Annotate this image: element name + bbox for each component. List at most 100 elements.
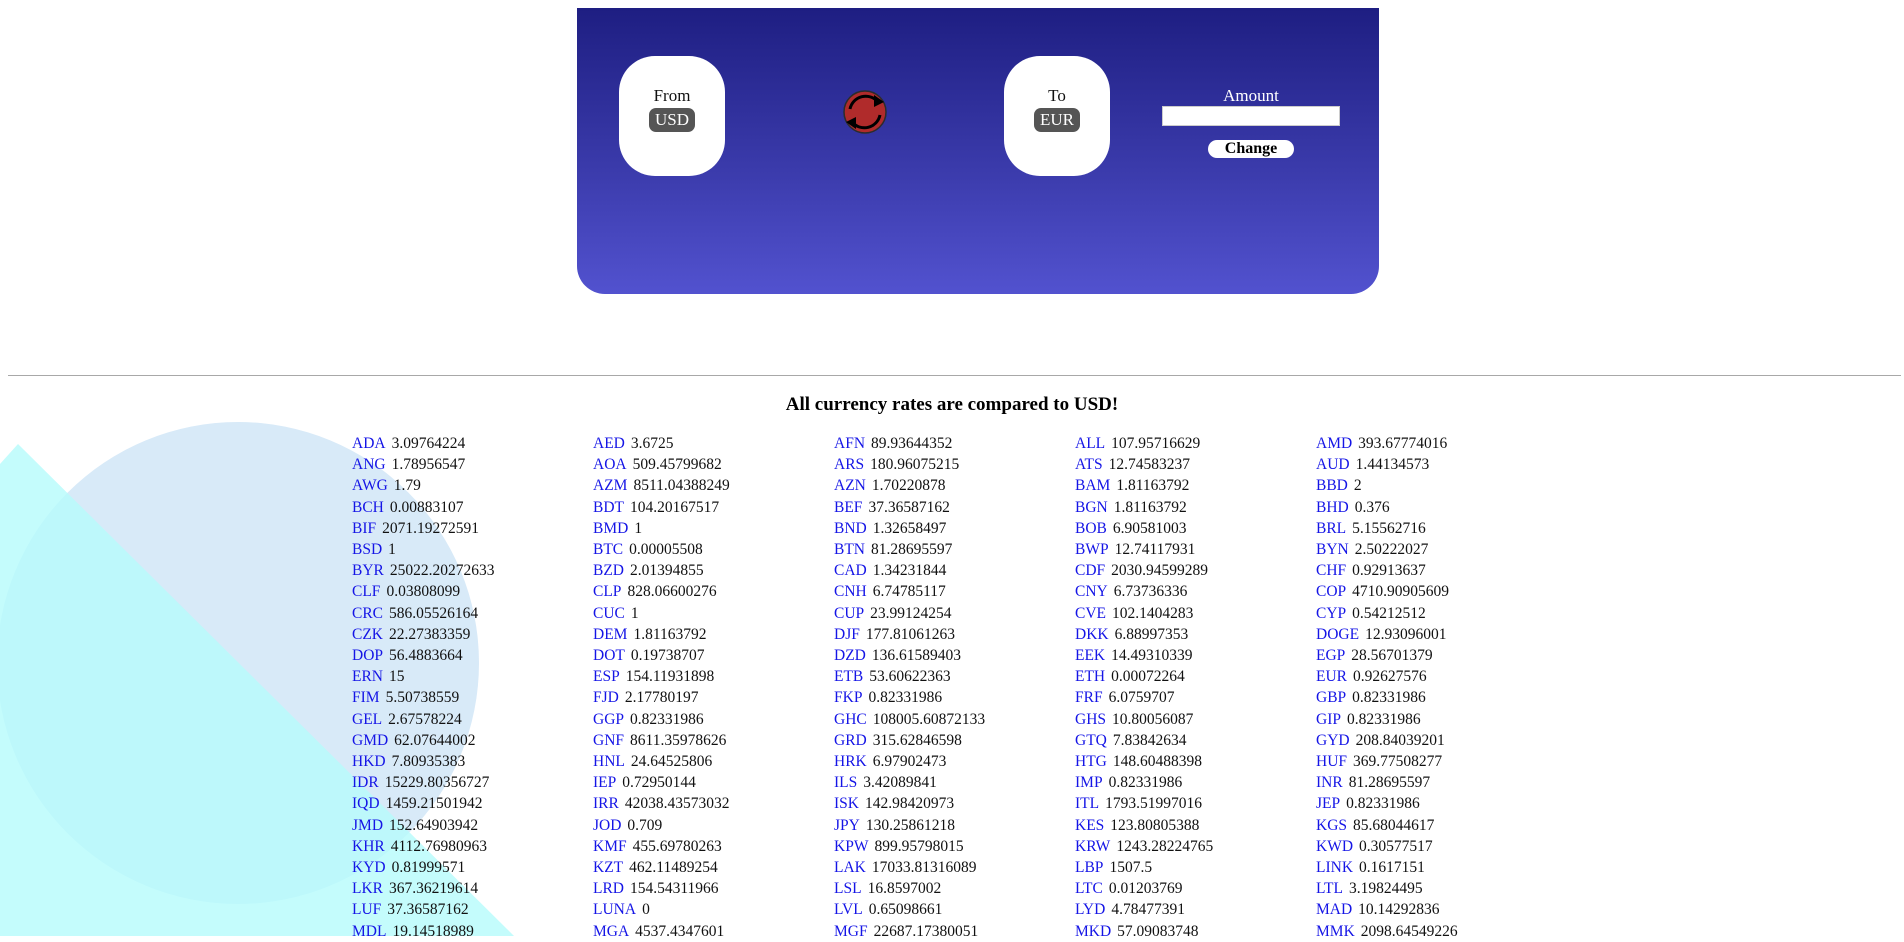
- currency-code[interactable]: ETB: [834, 668, 863, 685]
- currency-code[interactable]: BBD: [1316, 477, 1348, 494]
- currency-code[interactable]: GHS: [1075, 711, 1106, 728]
- currency-code[interactable]: DOT: [593, 647, 625, 664]
- currency-code[interactable]: KES: [1075, 817, 1104, 834]
- currency-code[interactable]: BYR: [352, 562, 384, 579]
- currency-code[interactable]: GGP: [593, 711, 624, 728]
- currency-code[interactable]: MKD: [1075, 923, 1111, 940]
- currency-code[interactable]: GTQ: [1075, 732, 1107, 749]
- currency-code[interactable]: BAM: [1075, 477, 1110, 494]
- currency-code[interactable]: LTL: [1316, 880, 1343, 897]
- currency-code[interactable]: FJD: [593, 689, 619, 706]
- currency-code[interactable]: GRD: [834, 732, 867, 749]
- currency-code[interactable]: KWD: [1316, 838, 1353, 855]
- currency-code[interactable]: BHD: [1316, 499, 1349, 516]
- currency-code[interactable]: GYD: [1316, 732, 1350, 749]
- currency-code[interactable]: KYD: [352, 859, 386, 876]
- currency-code[interactable]: ADA: [352, 435, 386, 452]
- currency-code[interactable]: AMD: [1316, 435, 1352, 452]
- currency-code[interactable]: CLP: [593, 583, 621, 600]
- currency-code[interactable]: LTC: [1075, 880, 1103, 897]
- currency-code[interactable]: HRK: [834, 753, 867, 770]
- currency-code[interactable]: CNH: [834, 583, 867, 600]
- currency-code[interactable]: INR: [1316, 774, 1343, 791]
- currency-code[interactable]: AWG: [352, 477, 388, 494]
- to-currency-code[interactable]: EUR: [1034, 108, 1080, 132]
- currency-code[interactable]: ANG: [352, 456, 386, 473]
- currency-code[interactable]: JOD: [593, 817, 621, 834]
- currency-code[interactable]: HNL: [593, 753, 625, 770]
- currency-code[interactable]: HKD: [352, 753, 386, 770]
- currency-code[interactable]: CRC: [352, 605, 383, 622]
- currency-code[interactable]: LUF: [352, 901, 381, 918]
- currency-code[interactable]: ATS: [1075, 456, 1103, 473]
- from-currency-box[interactable]: From USD: [619, 56, 725, 176]
- currency-code[interactable]: CVE: [1075, 605, 1106, 622]
- currency-code[interactable]: BND: [834, 520, 867, 537]
- currency-code[interactable]: ILS: [834, 774, 857, 791]
- currency-code[interactable]: CUP: [834, 605, 864, 622]
- currency-code[interactable]: LKR: [352, 880, 383, 897]
- currency-code[interactable]: FIM: [352, 689, 380, 706]
- currency-code[interactable]: CNY: [1075, 583, 1108, 600]
- currency-code[interactable]: AOA: [593, 456, 627, 473]
- currency-code[interactable]: GEL: [352, 711, 382, 728]
- currency-code[interactable]: BTC: [593, 541, 623, 558]
- currency-code[interactable]: LBP: [1075, 859, 1103, 876]
- currency-code[interactable]: KGS: [1316, 817, 1347, 834]
- currency-code[interactable]: GMD: [352, 732, 388, 749]
- currency-code[interactable]: GBP: [1316, 689, 1346, 706]
- currency-code[interactable]: BWP: [1075, 541, 1109, 558]
- currency-code[interactable]: ISK: [834, 795, 859, 812]
- currency-code[interactable]: JEP: [1316, 795, 1340, 812]
- currency-code[interactable]: BOB: [1075, 520, 1107, 537]
- currency-code[interactable]: DEM: [593, 626, 627, 643]
- currency-code[interactable]: AUD: [1316, 456, 1350, 473]
- currency-code[interactable]: IDR: [352, 774, 379, 791]
- currency-code[interactable]: AZN: [834, 477, 866, 494]
- currency-code[interactable]: LRD: [593, 880, 624, 897]
- change-button[interactable]: Change: [1207, 140, 1295, 158]
- currency-code[interactable]: GNF: [593, 732, 624, 749]
- currency-code[interactable]: CAD: [834, 562, 867, 579]
- currency-code[interactable]: DOGE: [1316, 626, 1359, 643]
- currency-code[interactable]: KPW: [834, 838, 868, 855]
- currency-code[interactable]: BCH: [352, 499, 384, 516]
- currency-code[interactable]: BSD: [352, 541, 382, 558]
- currency-code[interactable]: IRR: [593, 795, 619, 812]
- currency-code[interactable]: GIP: [1316, 711, 1341, 728]
- currency-code[interactable]: KMF: [593, 838, 627, 855]
- currency-code[interactable]: FRF: [1075, 689, 1103, 706]
- currency-code[interactable]: GHC: [834, 711, 867, 728]
- currency-code[interactable]: BMD: [593, 520, 628, 537]
- currency-code[interactable]: KRW: [1075, 838, 1110, 855]
- currency-code[interactable]: LVL: [834, 901, 863, 918]
- currency-code[interactable]: CDF: [1075, 562, 1105, 579]
- currency-code[interactable]: BYN: [1316, 541, 1349, 558]
- currency-code[interactable]: EEK: [1075, 647, 1105, 664]
- currency-code[interactable]: BGN: [1075, 499, 1108, 516]
- currency-code[interactable]: BDT: [593, 499, 624, 516]
- currency-code[interactable]: DJF: [834, 626, 860, 643]
- currency-code[interactable]: EUR: [1316, 668, 1347, 685]
- currency-code[interactable]: MAD: [1316, 901, 1352, 918]
- currency-code[interactable]: LUNA: [593, 901, 636, 918]
- currency-code[interactable]: AFN: [834, 435, 865, 452]
- currency-code[interactable]: LYD: [1075, 901, 1105, 918]
- currency-code[interactable]: MGA: [593, 923, 629, 940]
- currency-code[interactable]: ESP: [593, 668, 620, 685]
- currency-code[interactable]: EGP: [1316, 647, 1345, 664]
- currency-code[interactable]: CYP: [1316, 605, 1346, 622]
- currency-code[interactable]: IQD: [352, 795, 380, 812]
- currency-code[interactable]: DZD: [834, 647, 866, 664]
- currency-code[interactable]: CLF: [352, 583, 380, 600]
- currency-code[interactable]: KHR: [352, 838, 385, 855]
- currency-code[interactable]: HTG: [1075, 753, 1107, 770]
- currency-code[interactable]: BZD: [593, 562, 624, 579]
- currency-code[interactable]: KZT: [593, 859, 623, 876]
- swap-button[interactable]: [840, 87, 890, 137]
- from-currency-code[interactable]: USD: [648, 108, 695, 132]
- currency-code[interactable]: DKK: [1075, 626, 1109, 643]
- currency-code[interactable]: ETH: [1075, 668, 1105, 685]
- currency-code[interactable]: BTN: [834, 541, 865, 558]
- amount-input[interactable]: [1162, 106, 1340, 126]
